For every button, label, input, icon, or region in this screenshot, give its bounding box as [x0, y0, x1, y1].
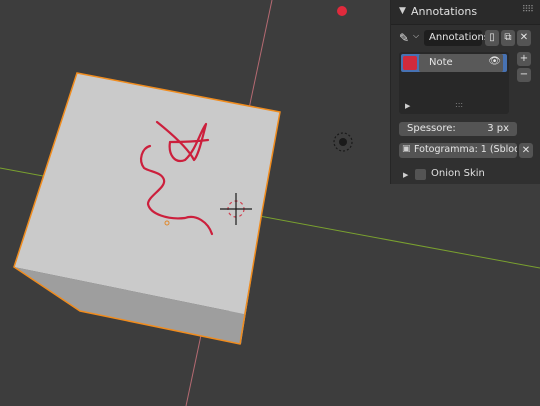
light-gizmo-icon[interactable] — [333, 132, 353, 152]
panel-header[interactable]: ▼ Annotations ⠿⠿ — [391, 0, 540, 25]
duplicate-button[interactable]: ⧉ — [501, 30, 515, 46]
annotations-panel: ▼ Annotations ⠿⠿ ✎ ⌵ Annotations ▯ ⧉ ✕ N… — [390, 0, 540, 184]
frame-dropdown[interactable]: ▣ Fotogramma: 1 (Sbloc... — [399, 143, 517, 158]
light-object-marker[interactable] — [337, 6, 347, 16]
list-expand-triangle-icon[interactable]: ▶ — [405, 102, 410, 110]
onion-skin-label: Onion Skin — [431, 168, 485, 179]
fake-user-button[interactable]: ▯ — [485, 30, 499, 46]
thickness-slider[interactable]: Spessore: 3 px — [399, 122, 517, 136]
drag-grip-icon[interactable]: ⠿⠿ — [522, 5, 534, 15]
pencil-icon[interactable]: ✎ — [399, 31, 409, 45]
datablock-name-field[interactable]: Annotations — [424, 30, 489, 46]
remove-layer-button[interactable]: − — [517, 68, 531, 82]
add-layer-button[interactable]: + — [517, 52, 531, 66]
thickness-value: 3 px — [487, 123, 509, 134]
layer-item-note[interactable]: Note 👁 — [401, 54, 507, 72]
chevron-down-icon[interactable]: ⌵ — [413, 31, 419, 41]
eye-icon[interactable]: 👁 — [488, 56, 501, 67]
datablock-name-label: Annotations — [429, 32, 490, 43]
frame-action-button[interactable]: ✕ — [519, 143, 533, 158]
layer-color-swatch[interactable] — [403, 56, 417, 70]
onion-skin-checkbox[interactable] — [415, 169, 426, 180]
frame-icon: ▣ — [402, 144, 411, 154]
onion-skin-expand-icon[interactable]: ▶ — [403, 171, 408, 179]
frame-label: Fotogramma: 1 (Sbloc... — [414, 144, 517, 155]
thickness-label: Spessore: — [407, 123, 456, 134]
layer-list[interactable]: Note 👁 ▶ ::: — [399, 52, 509, 114]
list-resize-grip-icon[interactable]: ::: — [455, 100, 463, 109]
collapse-triangle-icon[interactable]: ▼ — [399, 6, 406, 16]
unlink-button[interactable]: ✕ — [517, 30, 531, 46]
panel-title: Annotations — [411, 5, 478, 18]
